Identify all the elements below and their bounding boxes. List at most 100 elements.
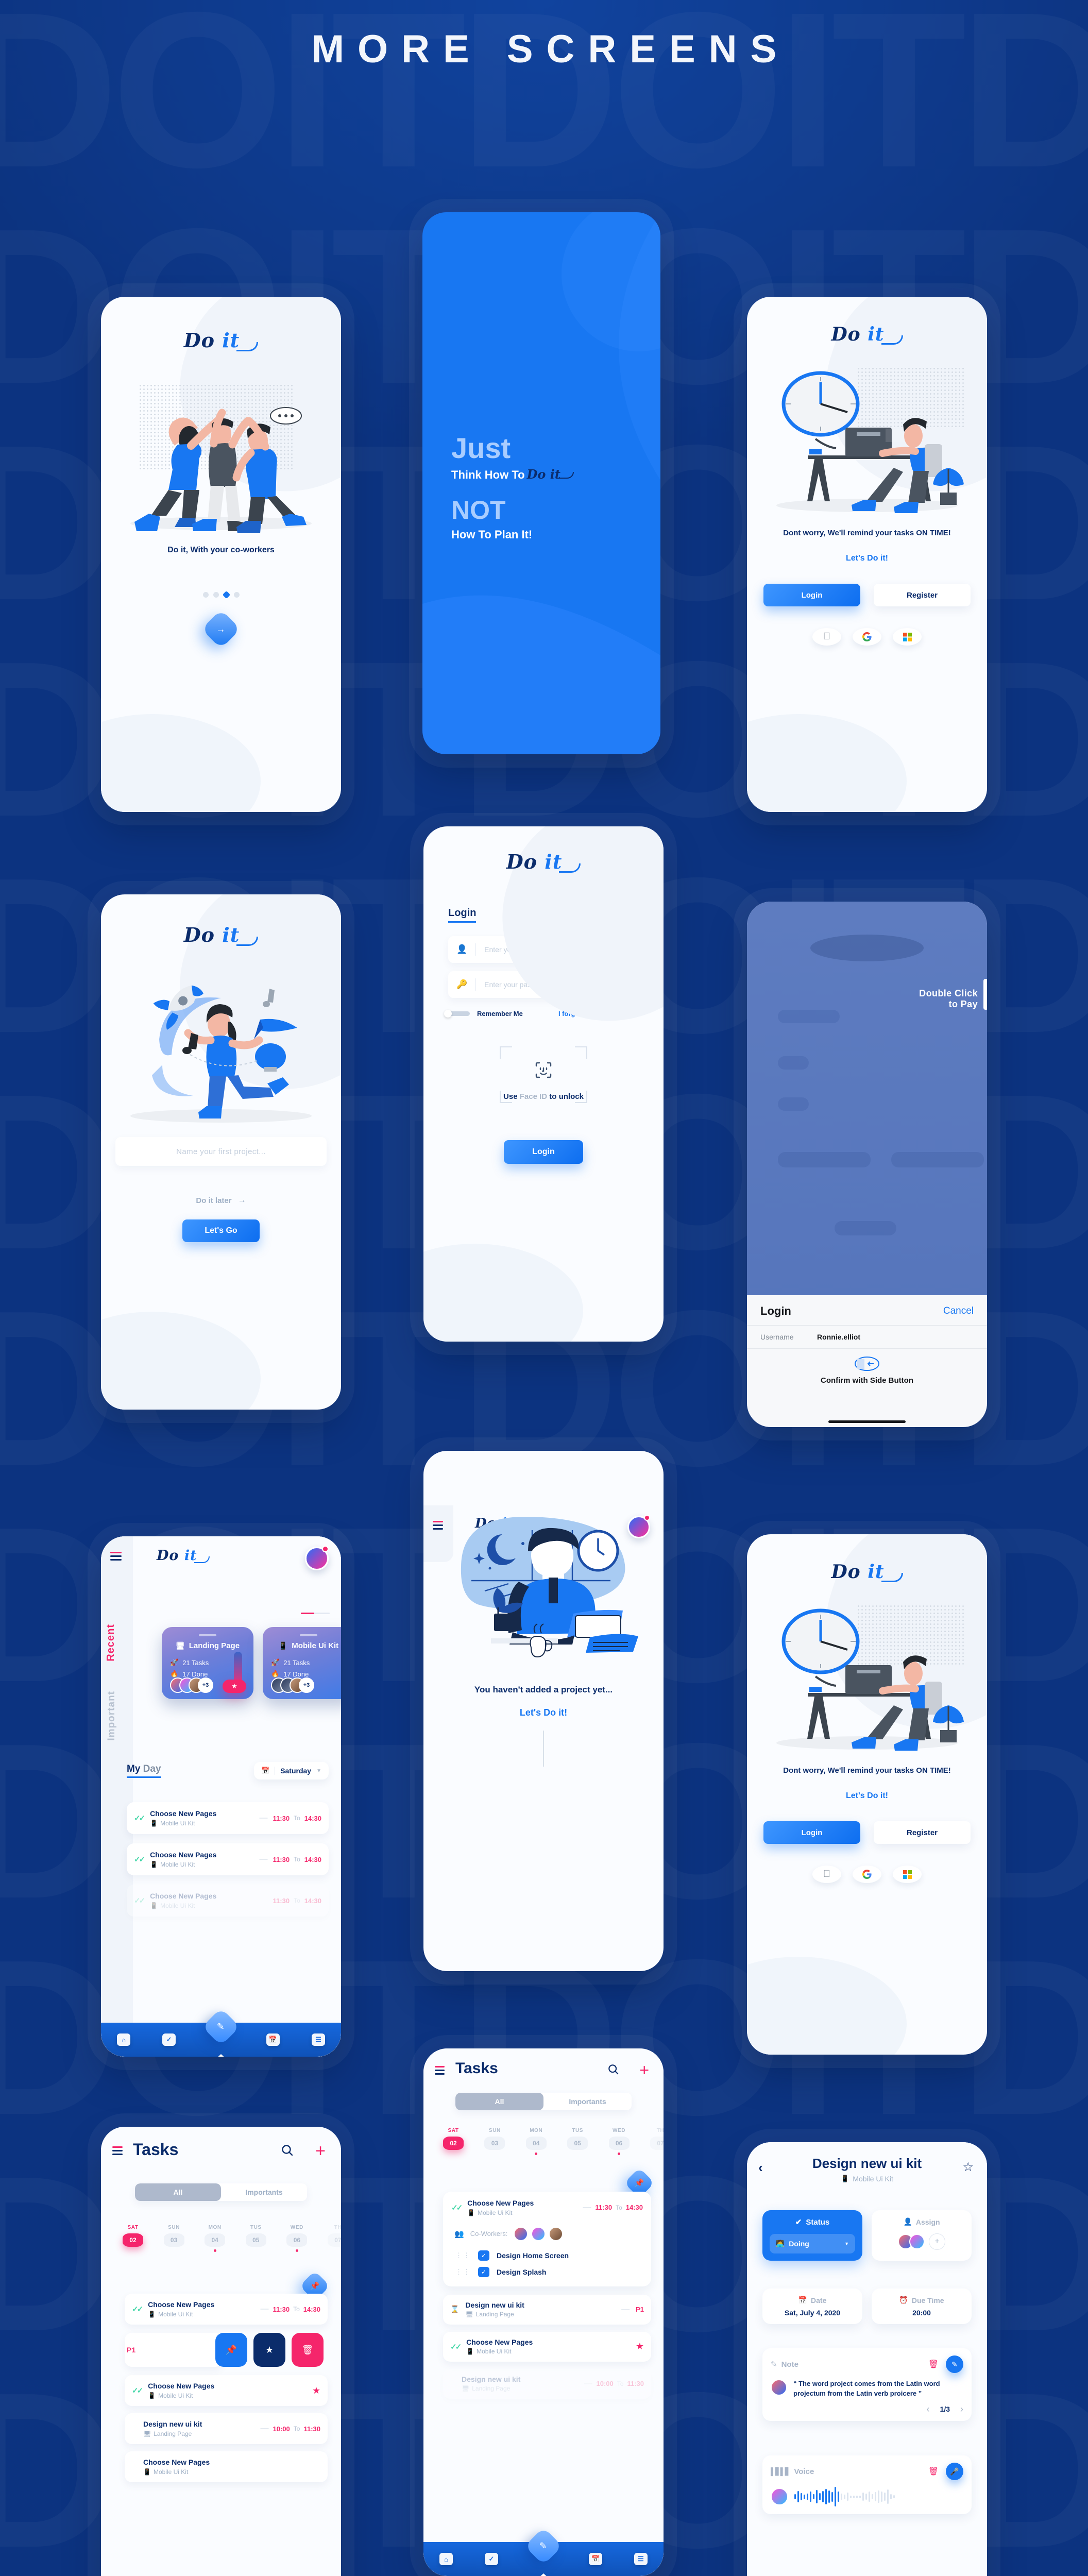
trash-icon[interactable]: 🗑 bbox=[928, 2466, 939, 2477]
search-icon[interactable] bbox=[608, 2064, 619, 2078]
day-cell[interactable]: MON 04 bbox=[201, 2225, 228, 2252]
lets-go-button[interactable]: Let's Go bbox=[182, 1219, 260, 1242]
apple-login-button[interactable]:  bbox=[812, 1866, 841, 1883]
project-name-input[interactable]: Name your first project... bbox=[115, 1137, 327, 1166]
day-cell[interactable]: TUS 05 bbox=[243, 2225, 269, 2247]
register-button[interactable]: Register bbox=[874, 1821, 971, 1844]
pagination-dot-active[interactable] bbox=[222, 590, 230, 599]
voice-waveform[interactable] bbox=[794, 2486, 895, 2507]
nav-notes-icon[interactable]: ☰ bbox=[634, 2553, 648, 2565]
status-select[interactable]: 🧑‍💻 Doing ▼ bbox=[770, 2234, 855, 2253]
pagination-dot[interactable] bbox=[233, 592, 240, 598]
nav-tasks-icon[interactable]: ✓ bbox=[485, 2553, 498, 2565]
table-row[interactable]: P1 bbox=[125, 2333, 223, 2367]
pin-action-button[interactable]: 📌 bbox=[215, 2333, 247, 2367]
table-row[interactable]: ✓✓ Choose New Pages 📱 Mobile Ui Kit ★ bbox=[125, 2375, 328, 2406]
drag-handle-icon[interactable]: ⋮⋮ bbox=[455, 2268, 471, 2276]
nav-home-icon[interactable]: ⌂ bbox=[439, 2553, 453, 2565]
status-card[interactable]: ✔ Status 🧑‍💻 Doing ▼ bbox=[762, 2210, 862, 2261]
day-cell[interactable]: SUN 03 bbox=[481, 2128, 508, 2150]
nav-notes-icon[interactable]: ☰ bbox=[312, 2033, 325, 2046]
day-cell[interactable]: TH 07 bbox=[325, 2225, 341, 2247]
google-login-button[interactable] bbox=[853, 628, 881, 646]
day-cell[interactable]: SUN 03 bbox=[161, 2225, 188, 2247]
day-cell[interactable]: TH 07 bbox=[647, 2128, 664, 2150]
table-row[interactable]: ✓✓ Choose New Pages 📱 Mobile Ui Kit — 11… bbox=[127, 1843, 329, 1875]
tab-importants[interactable]: Importants bbox=[543, 2093, 632, 2110]
search-icon[interactable] bbox=[281, 2144, 294, 2159]
plus-icon[interactable]: + bbox=[639, 2062, 649, 2078]
day-cell[interactable]: WED 06 bbox=[606, 2128, 633, 2155]
day-cell[interactable]: SAT 02 bbox=[440, 2128, 467, 2150]
avatar[interactable] bbox=[909, 2234, 925, 2249]
microsoft-login-button[interactable] bbox=[893, 1866, 922, 1883]
google-login-button[interactable] bbox=[853, 1866, 881, 1883]
tab-login[interactable]: Login bbox=[448, 907, 477, 923]
hamburger-icon[interactable] bbox=[110, 1552, 122, 1561]
table-row[interactable]: ✓✓ Choose New Pages 📱 Mobile Ui Kit 11:3… bbox=[127, 1885, 329, 1917]
star-action-button[interactable]: ★ bbox=[253, 2333, 285, 2367]
table-row[interactable]: ✓✓ Choose New Pages 📱 Mobile Ui Kit ★ bbox=[443, 2331, 651, 2362]
day-cell[interactable]: TUS 05 bbox=[564, 2128, 591, 2150]
welcome-sublink[interactable]: Let's Do it! bbox=[747, 554, 987, 563]
avatar[interactable] bbox=[549, 2226, 564, 2241]
register-button[interactable]: Register bbox=[874, 584, 971, 606]
day-cell[interactable]: MON 04 bbox=[523, 2128, 550, 2155]
add-assignee-button[interactable]: + bbox=[929, 2233, 945, 2250]
microsoft-login-button[interactable] bbox=[893, 628, 922, 646]
trash-action-button[interactable]: 🗑 bbox=[292, 2333, 324, 2367]
table-row[interactable]: Design new ui kit 🖥 Landing Page — 10:00… bbox=[443, 2368, 651, 2399]
do-it-later-link[interactable]: Do it later bbox=[196, 1196, 231, 1205]
drag-handle-icon[interactable]: ⋮⋮ bbox=[455, 2251, 471, 2260]
day-cell[interactable]: WED 06 bbox=[283, 2225, 310, 2252]
pagination-dot[interactable] bbox=[202, 592, 209, 598]
login-button[interactable]: Login bbox=[763, 584, 860, 606]
pagination-dot[interactable] bbox=[213, 592, 219, 598]
assign-card[interactable]: 👤 Assign + bbox=[872, 2210, 972, 2261]
note-edit-button[interactable]: ✎ bbox=[946, 2355, 963, 2373]
sidebar-item-recent[interactable]: Recent bbox=[105, 1624, 117, 1662]
note-prev-button[interactable]: ‹ bbox=[927, 2404, 930, 2415]
sidebar-item-important[interactable]: Important bbox=[106, 1691, 117, 1741]
empty-sublink[interactable]: Let's Do it! bbox=[423, 1707, 664, 1718]
compose-button[interactable]: ✎ bbox=[524, 2527, 563, 2565]
week-strip[interactable]: SAT 02 SUN 03 MON 04 TUS 05 WED 06 TH 07 bbox=[440, 2128, 664, 2155]
login-submit-button[interactable]: Login bbox=[504, 1140, 583, 1164]
avatar[interactable] bbox=[531, 2226, 546, 2241]
avatar[interactable] bbox=[514, 2226, 529, 2241]
nav-tasks-icon[interactable]: ✓ bbox=[162, 2033, 176, 2046]
table-row[interactable]: ✓✓ Choose New Pages 📱 Mobile Ui Kit — 11… bbox=[127, 1802, 329, 1834]
hamburger-icon[interactable] bbox=[112, 2146, 123, 2155]
voice-record-button[interactable]: 🎤 bbox=[946, 2463, 963, 2480]
hamburger-icon[interactable] bbox=[435, 2066, 445, 2075]
expanded-task-card[interactable]: ✓✓ Choose New Pages 📱 Mobile Ui Kit — 11… bbox=[443, 2192, 651, 2286]
day-selector[interactable]: 📅 Saturday ▼ bbox=[253, 1762, 329, 1780]
star-outline-icon[interactable]: ☆ bbox=[962, 2160, 974, 2175]
cancel-button[interactable]: Cancel bbox=[943, 1306, 974, 1317]
project-card[interactable]: 🖥 Landing Page 🚀 21 Tasks 🔥 17 Done +3 ★ bbox=[162, 1627, 253, 1699]
tab-importants[interactable]: Importants bbox=[221, 2183, 307, 2201]
table-row[interactable]: ✓✓ Choose New Pages 📱 Mobile Ui Kit — 11… bbox=[125, 2294, 328, 2325]
star-icon[interactable]: ★ bbox=[312, 2385, 320, 2396]
star-icon[interactable]: ★ bbox=[636, 2341, 644, 2352]
project-star-button[interactable]: ★ bbox=[223, 1680, 246, 1693]
date-card[interactable]: 📅 Date Sat, July 4, 2020 bbox=[762, 2289, 862, 2324]
nav-calendar-icon[interactable]: 📅 bbox=[266, 2033, 280, 2046]
subtask-checkbox[interactable]: ✓ bbox=[478, 2266, 489, 2277]
subtask-checkbox[interactable]: ✓ bbox=[478, 2250, 489, 2261]
project-card[interactable]: 📱 Mobile Ui Kit 🚀 21 Tasks 🔥 17 Done +3 bbox=[263, 1627, 341, 1699]
login-button[interactable]: Login bbox=[763, 1821, 860, 1844]
faceid-unlock[interactable]: Use Face ID to unlock bbox=[500, 1046, 587, 1103]
day-cell[interactable]: SAT 02 bbox=[120, 2225, 146, 2247]
apple-login-button[interactable]:  bbox=[812, 628, 841, 646]
table-row[interactable]: ⌛ Design new ui kit 🖥 Landing Page — P1 bbox=[443, 2294, 651, 2325]
week-strip[interactable]: SAT 02 SUN 03 MON 04 TUS 05 WED 06 TH 07 bbox=[120, 2225, 341, 2252]
tab-all[interactable]: All bbox=[455, 2093, 543, 2110]
note-next-button[interactable]: › bbox=[960, 2404, 963, 2415]
table-row[interactable]: Design new ui kit 🖥 Landing Page — 10:00… bbox=[125, 2413, 328, 2444]
trash-icon[interactable]: 🗑 bbox=[928, 2359, 939, 2369]
welcome-sublink[interactable]: Let's Do it! bbox=[747, 1791, 987, 1801]
tab-all[interactable]: All bbox=[135, 2183, 221, 2201]
nav-calendar-icon[interactable]: 📅 bbox=[589, 2553, 602, 2565]
due-time-card[interactable]: ⏰ Due Time 20:00 bbox=[872, 2289, 972, 2324]
